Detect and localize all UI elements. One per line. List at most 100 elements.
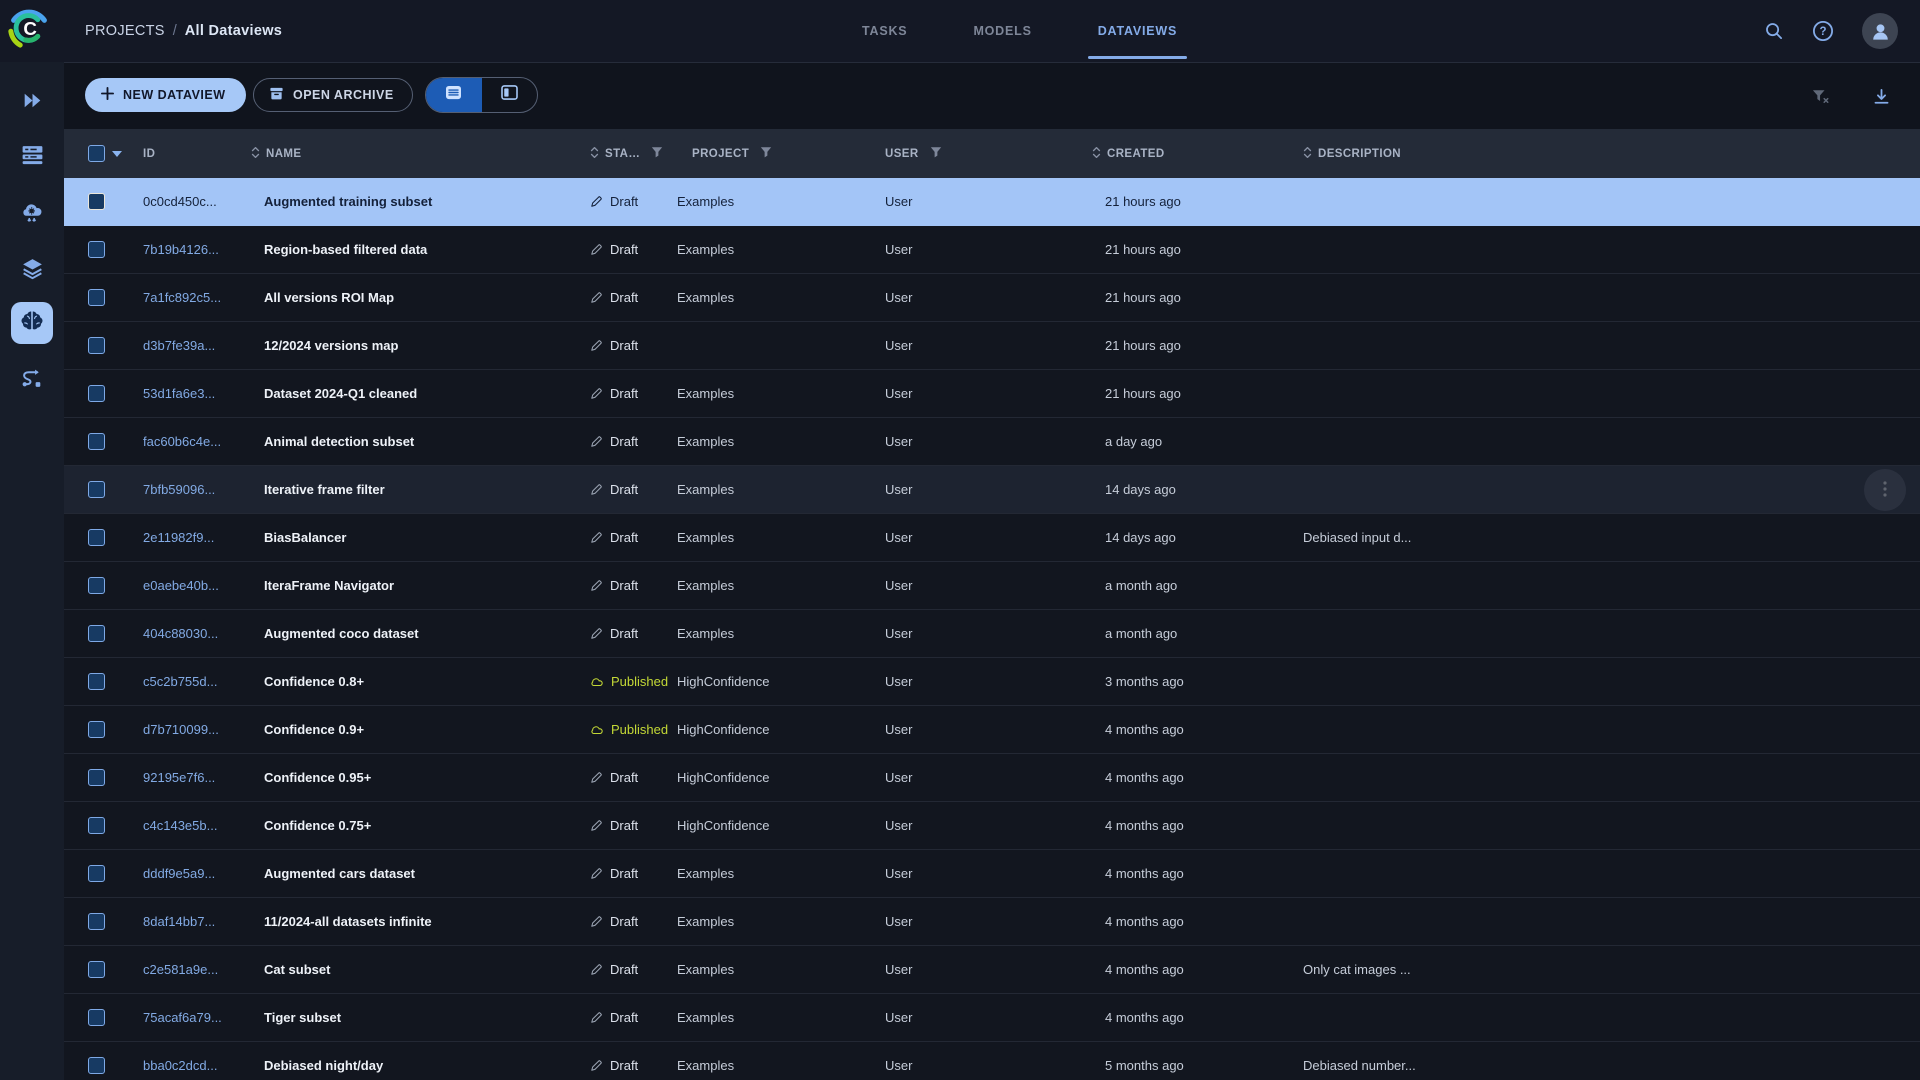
table-row[interactable]: d7b710099... Confidence 0.9+ Published High… (64, 706, 1920, 754)
column-header-created[interactable]: CREATED (1090, 145, 1288, 163)
table-row[interactable]: 53d1fa6e3... Dataset 2024-Q1 cleaned Draft… (64, 370, 1920, 418)
download-icon[interactable] (1873, 88, 1890, 105)
sidebar-item-pipeline[interactable] (8, 357, 56, 405)
row-id-link[interactable]: d3b7fe39a... (143, 338, 215, 353)
row-checkbox[interactable] (88, 673, 105, 690)
row-id-link[interactable]: fac60b6c4e... (143, 434, 221, 449)
funnel-icon[interactable] (760, 146, 772, 161)
sidebar-item-brain[interactable] (11, 302, 53, 344)
search-icon[interactable] (1764, 21, 1784, 41)
table-row[interactable]: 75acaf6a79... Tiger subset Draft Examples Us… (64, 994, 1920, 1042)
select-all-checkbox[interactable] (88, 145, 105, 162)
row-checkbox[interactable] (88, 961, 105, 978)
row-id-link[interactable]: c4c143e5b... (143, 818, 217, 833)
funnel-icon[interactable] (930, 146, 942, 161)
table-row[interactable]: 0c0cd450c... Augmented training subset Dra… (64, 178, 1920, 226)
row-id-link[interactable]: 404c88030... (143, 626, 218, 641)
row-id-link[interactable]: bba0c2dcd... (143, 1058, 217, 1073)
table-row[interactable]: e0aebe40b... IteraFrame Navigator Draft Exa… (64, 562, 1920, 610)
row-checkbox[interactable] (88, 769, 105, 786)
row-id-link[interactable]: d7b710099... (143, 722, 219, 737)
row-id-link[interactable]: 8daf14bb7... (143, 914, 215, 929)
tab-models[interactable]: MODELS (963, 0, 1041, 62)
table-view-button[interactable] (426, 78, 482, 112)
row-checkbox[interactable] (88, 241, 105, 258)
column-header-project[interactable]: PROJECT (677, 146, 870, 161)
row-checkbox[interactable] (88, 289, 105, 306)
new-dataview-button[interactable]: NEW DATAVIEW (85, 78, 246, 112)
row-id-link[interactable]: 7a1fc892c5... (143, 290, 221, 305)
caret-down-icon[interactable] (112, 150, 122, 157)
row-checkbox[interactable] (88, 625, 105, 642)
row-id-link[interactable]: 0c0cd450c... (143, 194, 217, 209)
table-row[interactable]: 7bfb59096... Iterative frame filter Draft E… (64, 466, 1920, 514)
table-row[interactable]: 404c88030... Augmented coco dataset Draft E… (64, 610, 1920, 658)
row-checkbox[interactable] (88, 865, 105, 882)
row-id-link[interactable]: 7bfb59096... (143, 482, 215, 497)
table-row[interactable]: 7a1fc892c5... All versions ROI Map Draft Ex… (64, 274, 1920, 322)
table-row[interactable]: c4c143e5b... Confidence 0.75+ Draft HighCon… (64, 802, 1920, 850)
row-checkbox[interactable] (88, 577, 105, 594)
help-icon[interactable]: ? (1812, 20, 1834, 42)
row-checkbox[interactable] (88, 1009, 105, 1026)
breadcrumb-projects[interactable]: PROJECTS (85, 23, 165, 39)
row-actions-button[interactable] (1864, 469, 1906, 511)
column-header-name[interactable]: NAME (249, 145, 575, 163)
sort-icon[interactable] (1092, 145, 1101, 163)
row-checkbox[interactable] (88, 529, 105, 546)
row-name: All versions ROI Map (264, 290, 395, 305)
row-checkbox[interactable] (88, 913, 105, 930)
table-row[interactable]: 2e11982f9... BiasBalancer Draft Examples Use… (64, 514, 1920, 562)
row-checkbox[interactable] (88, 433, 105, 450)
row-id-link[interactable]: 7b19b4126... (143, 242, 219, 257)
column-header-description[interactable]: DESCRIPTION (1288, 145, 1920, 163)
table-row[interactable]: d3b7fe39a... 12/2024 versions map Draft Use… (64, 322, 1920, 370)
sort-icon[interactable] (251, 145, 260, 163)
sidebar-item-layers[interactable] (8, 247, 56, 295)
row-id-link[interactable]: dddf9e5a9... (143, 866, 215, 881)
row-checkbox[interactable] (88, 193, 105, 210)
tab-tasks[interactable]: TASKS (852, 0, 917, 62)
sort-icon[interactable] (590, 145, 599, 163)
column-header-id[interactable]: ID (128, 148, 249, 160)
table-row[interactable]: c2e581a9e... Cat subset Draft Examples User 4… (64, 946, 1920, 994)
column-header-user[interactable]: USER (870, 146, 1090, 161)
column-header-status[interactable]: STA… (575, 145, 677, 163)
row-id-link[interactable]: 75acaf6a79... (143, 1010, 222, 1025)
row-id-cell: c4c143e5b... (128, 818, 249, 833)
row-checkbox[interactable] (88, 385, 105, 402)
row-id-link[interactable]: 92195e7f6... (143, 770, 215, 785)
table-row[interactable]: c5c2b755d... Confidence 0.8+ Published High… (64, 658, 1920, 706)
clearml-logo-icon[interactable]: C (7, 6, 51, 50)
tab-dataviews[interactable]: DATAVIEWS (1087, 0, 1188, 62)
sidebar-item-fast-forward[interactable] (8, 79, 56, 127)
pencil-icon (590, 771, 603, 784)
table-row[interactable]: bba0c2dcd... Debiased night/day Draft Examp… (64, 1042, 1920, 1080)
sidebar-item-cloud-sync[interactable] (8, 190, 56, 238)
table-row[interactable]: fac60b6c4e... Animal detection subset Draf… (64, 418, 1920, 466)
sort-icon[interactable] (1303, 145, 1312, 163)
sidebar-item-server-rack[interactable] (8, 133, 56, 181)
user-avatar-icon[interactable] (1862, 13, 1898, 49)
row-id-link[interactable]: e0aebe40b... (143, 578, 219, 593)
table-row[interactable]: 7b19b4126... Region-based filtered data Dr… (64, 226, 1920, 274)
row-checkbox[interactable] (88, 1057, 105, 1074)
row-checkbox[interactable] (88, 721, 105, 738)
row-checkbox[interactable] (88, 337, 105, 354)
row-id-link[interactable]: 53d1fa6e3... (143, 386, 215, 401)
row-project: Examples (677, 530, 735, 545)
row-id-link[interactable]: 2e11982f9... (143, 530, 214, 545)
row-id-link[interactable]: c2e581a9e... (143, 962, 218, 977)
funnel-icon[interactable] (651, 146, 663, 161)
row-checkbox[interactable] (88, 817, 105, 834)
row-id-link[interactable]: c5c2b755d... (143, 674, 217, 689)
card-view-button[interactable] (482, 78, 538, 112)
table-row[interactable]: dddf9e5a9... Augmented cars dataset Draft E… (64, 850, 1920, 898)
row-user: User (885, 626, 913, 641)
table-row[interactable]: 92195e7f6... Confidence 0.95+ Draft HighCon… (64, 754, 1920, 802)
open-archive-button[interactable]: OPEN ARCHIVE (253, 78, 413, 112)
table-row[interactable]: 8daf14bb7... 11/2024-all datasets infinit… (64, 898, 1920, 946)
archive-icon (269, 86, 284, 104)
row-checkbox[interactable] (88, 481, 105, 498)
filter-clear-icon[interactable] (1812, 89, 1829, 104)
